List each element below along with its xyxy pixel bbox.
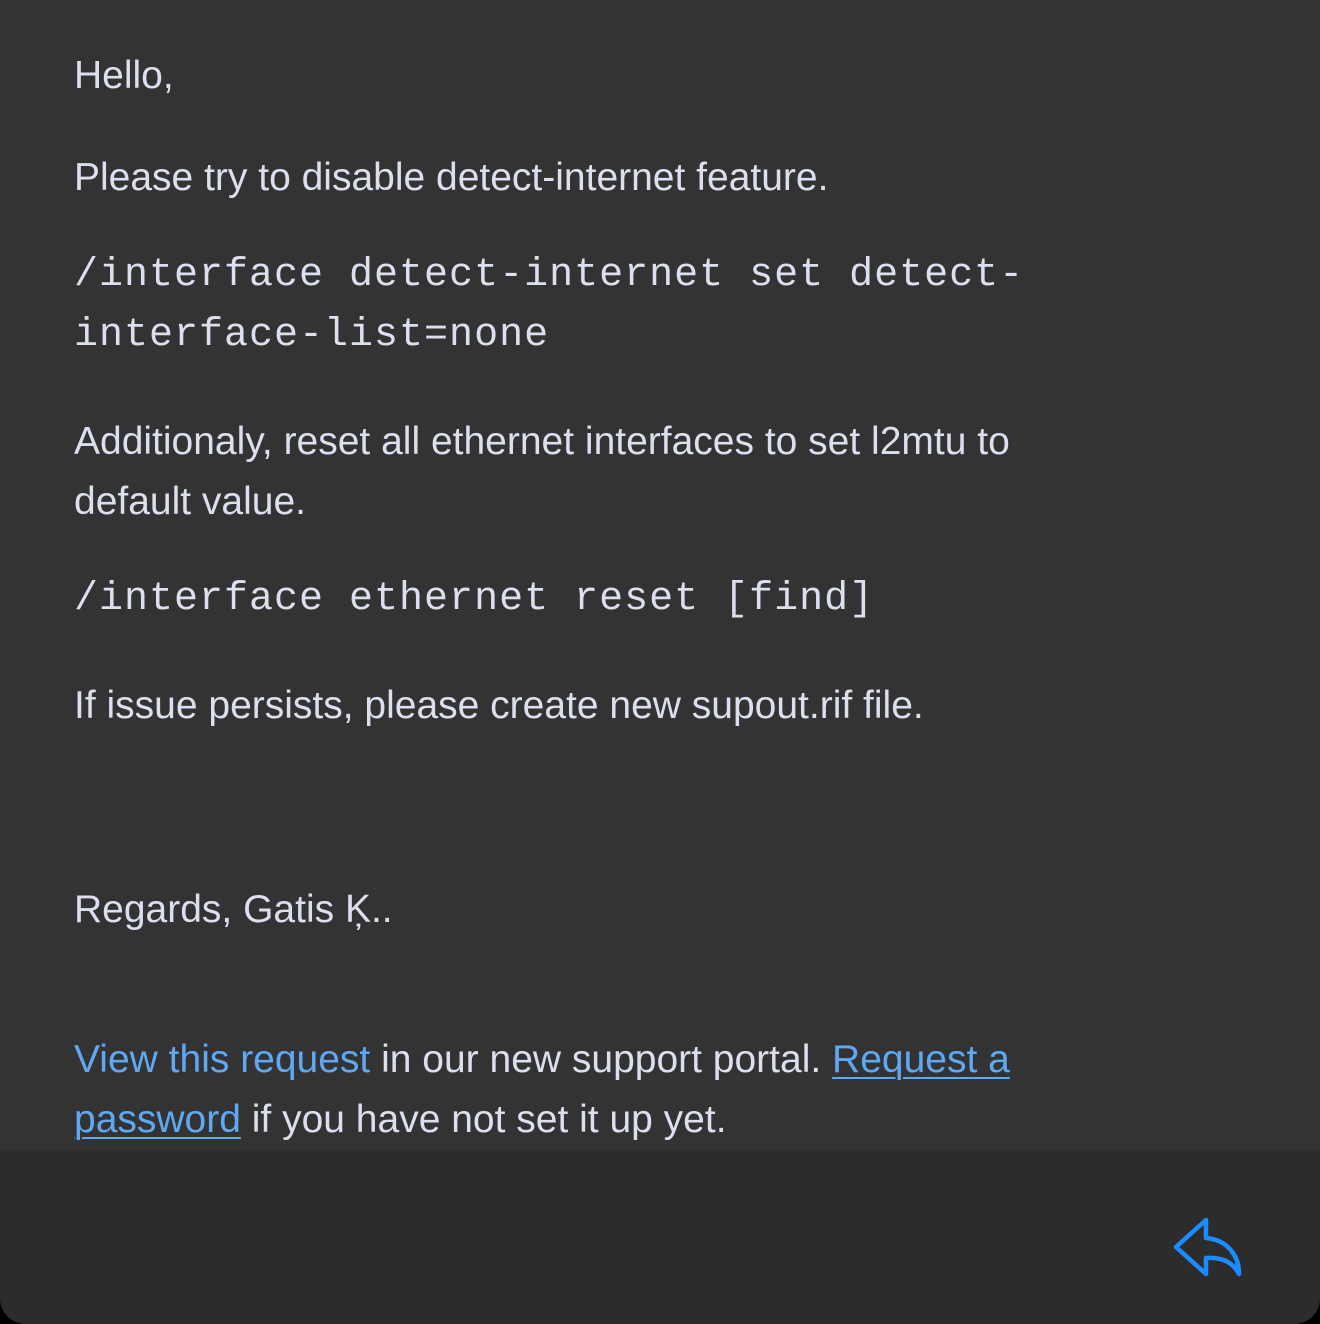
view-request-link[interactable]: View this request <box>74 1038 370 1081</box>
reply-button[interactable] <box>1166 1210 1248 1286</box>
reset-instruction-text: Additionaly, reset all ethernet interfac… <box>74 412 1010 532</box>
bottom-toolbar <box>0 1150 1320 1324</box>
code-block-detect-internet: /interface detect-internet set detect- i… <box>74 246 1024 366</box>
signature-text: Regards, Gatis Ķ.. <box>74 888 393 931</box>
supout-instruction-text: If issue persists, please create new sup… <box>74 684 924 727</box>
code-line: /interface detect-internet set detect- <box>74 253 1025 298</box>
reply-arrow-icon <box>1173 1217 1242 1277</box>
request-password-link[interactable]: Request a <box>832 1038 1010 1081</box>
note-text: if you have not set it up yet. <box>240 1098 727 1141</box>
text-line: default value. <box>74 480 307 523</box>
note-line-2: password if you have not set it up yet. <box>74 1090 1010 1150</box>
message-window: Hello, Please try to disable detect-inte… <box>0 0 1320 1324</box>
request-password-link-continued[interactable]: password <box>74 1098 241 1141</box>
greeting-text: Hello, <box>74 54 174 97</box>
text-line: Additionaly, reset all ethernet interfac… <box>74 420 1010 463</box>
code-line: interface-list=none <box>74 313 550 358</box>
support-portal-note: View this request in our new support por… <box>74 1030 1010 1150</box>
note-line-1: View this request in our new support por… <box>74 1030 1010 1090</box>
code-block-ethernet-reset: /interface ethernet reset [find] <box>74 577 875 622</box>
note-text: in our new support portal. <box>370 1038 833 1081</box>
instruction-text: Please try to disable detect-internet fe… <box>74 156 829 199</box>
